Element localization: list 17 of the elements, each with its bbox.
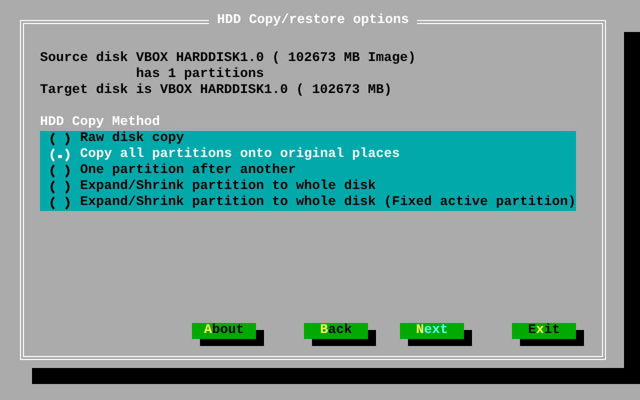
radio-icon xyxy=(48,195,72,211)
disk-info-text: Target disk is VBOX HARDDISK1.0 ( 102673 MB) xyxy=(40,83,393,99)
dialog-button[interactable]: Back xyxy=(304,323,368,339)
radio-option[interactable]: Expand/Shrink partition to whole disk (Fixed active partition) xyxy=(40,195,576,211)
radio-icon xyxy=(48,147,72,163)
radio-icon xyxy=(48,179,72,195)
radio-icon xyxy=(48,131,72,147)
radio-option[interactable]: Raw disk copy xyxy=(40,131,576,147)
window-title: HDD Copy/restore options xyxy=(209,13,417,29)
dialog-button[interactable]: About xyxy=(192,323,256,339)
disk-info-text: has 1 partitions xyxy=(135,67,265,83)
disk-info-text: Source disk VBOX HARDDISK1.0 ( 102673 MB Image) xyxy=(40,51,417,67)
radio-icon xyxy=(48,163,72,179)
radio-option[interactable]: One partition after another xyxy=(40,163,576,179)
section-label: HDD Copy Method xyxy=(40,115,161,131)
radio-option[interactable]: Expand/Shrink partition to whole disk xyxy=(40,179,576,195)
dialog-button[interactable]: Exit xyxy=(512,323,576,339)
